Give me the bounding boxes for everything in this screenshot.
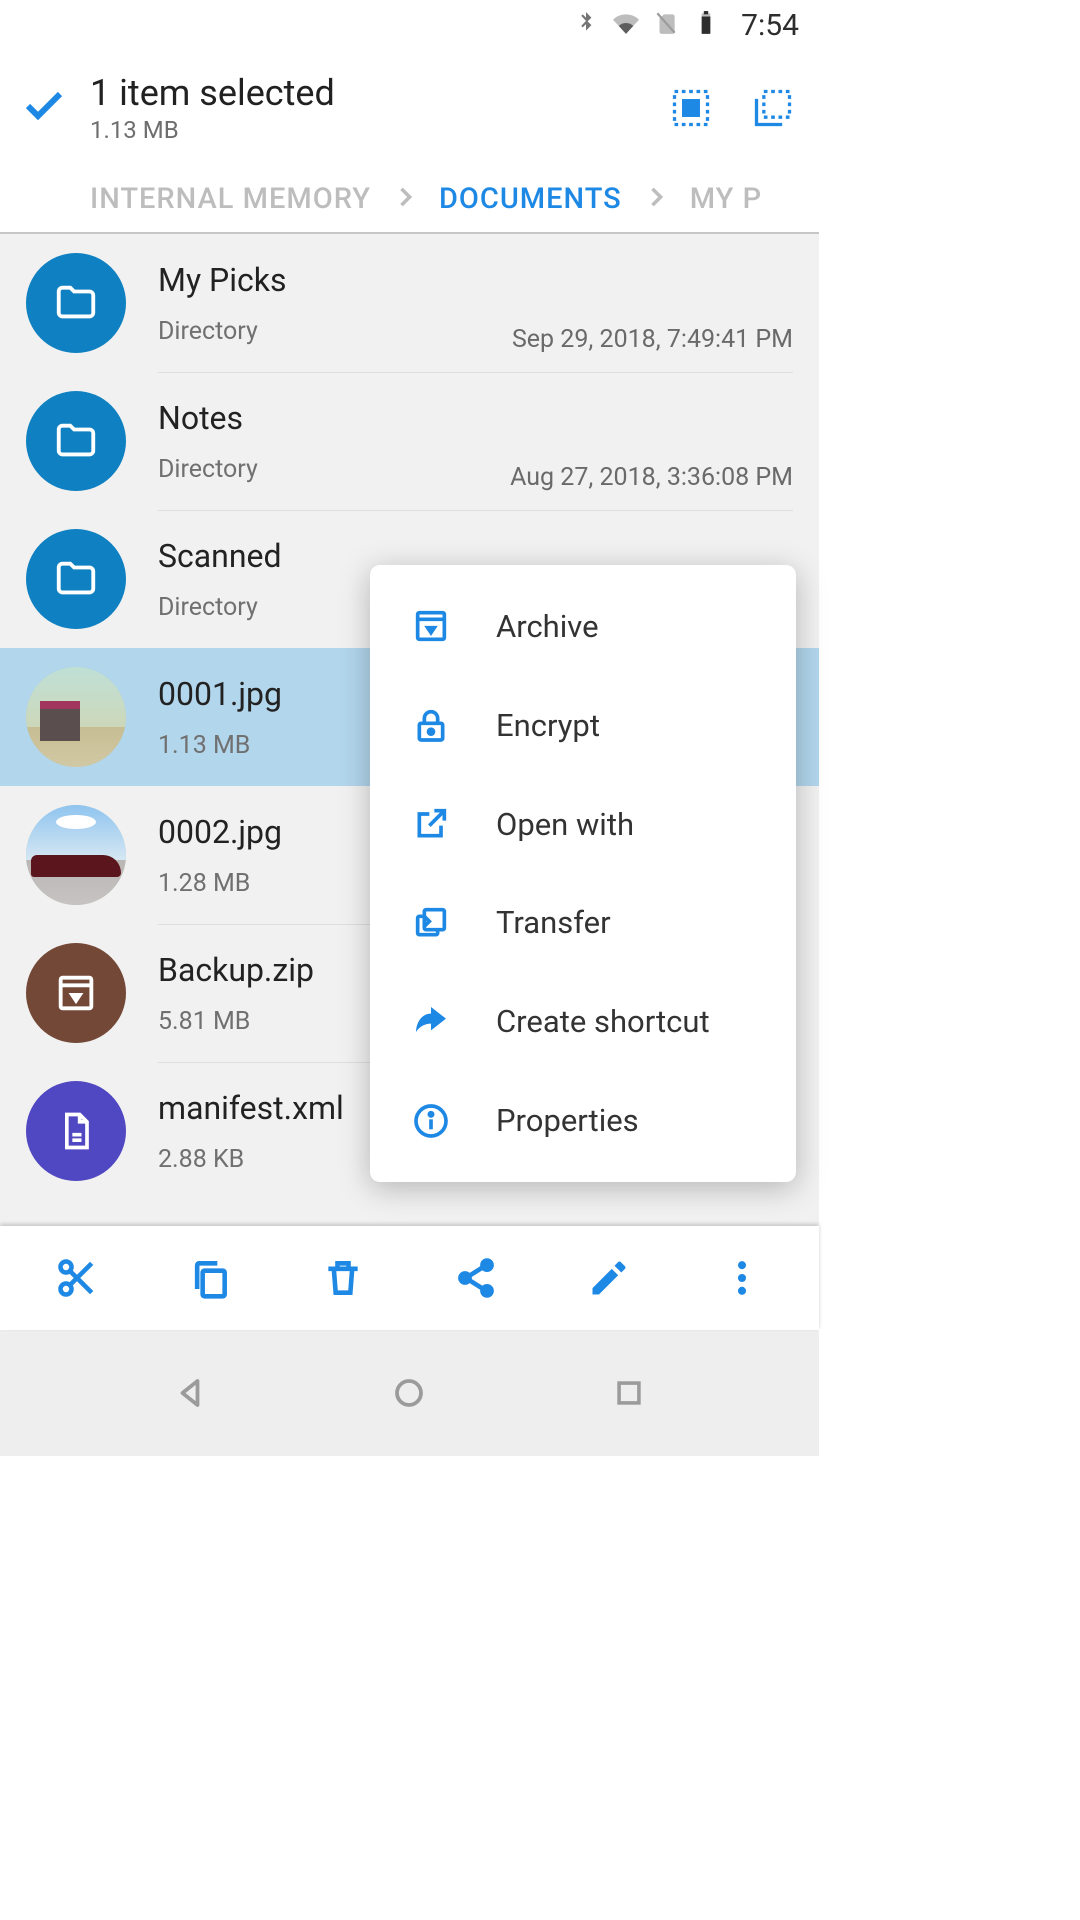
file-name: 0001.jpg	[158, 675, 282, 713]
home-button[interactable]	[379, 1363, 439, 1423]
menu-label: Encrypt	[496, 707, 600, 744]
image-thumbnail	[26, 805, 126, 905]
file-name: manifest.xml	[158, 1089, 344, 1127]
copy-button[interactable]	[175, 1243, 245, 1313]
clock-text: 7:54	[741, 8, 799, 43]
list-item[interactable]: My Picks Directory Sep 29, 2018, 7:49:41…	[0, 234, 819, 372]
lock-icon	[410, 704, 452, 746]
selection-size: 1.13 MB	[90, 116, 639, 144]
back-button[interactable]	[160, 1363, 220, 1423]
menu-archive[interactable]: Archive	[370, 581, 796, 671]
status-bar: 7:54	[0, 0, 819, 50]
menu-open-with[interactable]: Open with	[370, 779, 796, 869]
file-name: Backup.zip	[158, 951, 314, 989]
archive-file-icon	[26, 943, 126, 1043]
share-button[interactable]	[441, 1243, 511, 1313]
menu-label: Properties	[496, 1102, 639, 1139]
archive-icon	[410, 605, 452, 647]
breadcrumb: INTERNAL MEMORY DOCUMENTS MY P	[0, 166, 819, 232]
menu-properties[interactable]: Properties	[370, 1076, 796, 1166]
chevron-right-icon	[642, 183, 670, 215]
cut-button[interactable]	[42, 1243, 112, 1313]
breadcrumb-internal-memory[interactable]: INTERNAL MEMORY	[90, 182, 371, 216]
menu-label: Archive	[496, 608, 599, 645]
delete-button[interactable]	[308, 1243, 378, 1313]
file-subtitle: Directory	[158, 593, 282, 622]
file-name: My Picks	[158, 261, 286, 299]
wifi-icon	[613, 10, 639, 40]
breadcrumb-my-p[interactable]: MY P	[690, 182, 762, 216]
recents-button[interactable]	[599, 1363, 659, 1423]
menu-transfer[interactable]: Transfer	[370, 878, 796, 968]
done-button[interactable]	[20, 82, 68, 134]
transfer-icon	[410, 902, 452, 944]
selection-title: 1 item selected	[90, 72, 639, 114]
file-date: Aug 27, 2018, 3:36:08 PM	[510, 463, 793, 492]
breadcrumb-documents[interactable]: DOCUMENTS	[439, 182, 622, 216]
selection-header: 1 item selected 1.13 MB	[0, 50, 819, 166]
image-thumbnail	[26, 667, 126, 767]
folder-icon	[26, 391, 126, 491]
system-nav-bar	[0, 1330, 819, 1456]
document-file-icon	[26, 1081, 126, 1181]
file-subtitle: Directory	[158, 317, 286, 346]
menu-create-shortcut[interactable]: Create shortcut	[370, 977, 796, 1067]
rename-button[interactable]	[574, 1243, 644, 1313]
context-menu: Archive Encrypt Open with Transfer Creat…	[370, 565, 796, 1182]
invert-selection-button[interactable]	[743, 78, 803, 138]
menu-label: Transfer	[496, 904, 611, 941]
bluetooth-icon	[573, 10, 599, 40]
menu-encrypt[interactable]: Encrypt	[370, 680, 796, 770]
file-subtitle: 2.88 KB	[158, 1145, 344, 1174]
no-sim-icon	[653, 10, 679, 40]
action-toolbar	[0, 1226, 819, 1330]
file-subtitle: 5.81 MB	[158, 1007, 314, 1036]
chevron-right-icon	[391, 183, 419, 215]
file-date: Sep 29, 2018, 7:49:41 PM	[512, 325, 793, 354]
file-subtitle: Directory	[158, 455, 258, 484]
folder-icon	[26, 529, 126, 629]
shortcut-icon	[410, 1001, 452, 1043]
more-button[interactable]	[707, 1243, 777, 1313]
file-subtitle: 1.13 MB	[158, 731, 282, 760]
folder-icon	[26, 253, 126, 353]
menu-label: Open with	[496, 806, 634, 843]
select-all-button[interactable]	[661, 78, 721, 138]
open-icon	[410, 803, 452, 845]
list-item[interactable]: Notes Directory Aug 27, 2018, 3:36:08 PM	[0, 372, 819, 510]
file-name: Scanned	[158, 537, 282, 575]
battery-icon	[693, 10, 719, 40]
file-name: Notes	[158, 399, 258, 437]
menu-label: Create shortcut	[496, 1003, 710, 1040]
file-subtitle: 1.28 MB	[158, 869, 282, 898]
info-icon	[410, 1100, 452, 1142]
file-name: 0002.jpg	[158, 813, 282, 851]
